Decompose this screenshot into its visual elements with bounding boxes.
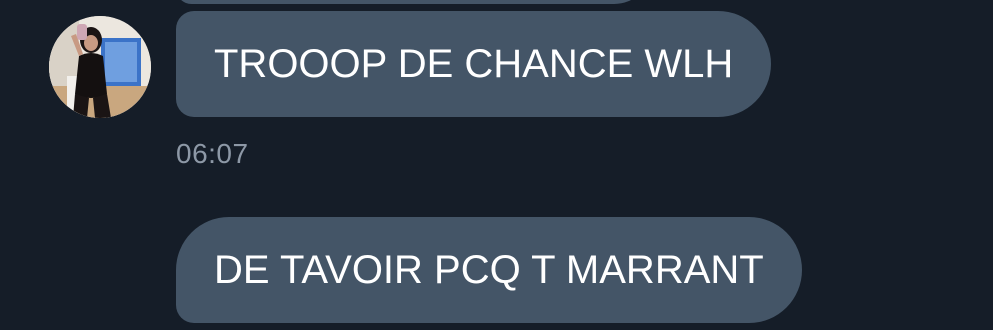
message-bubble[interactable]: TROOOP DE CHANCE WLH — [176, 11, 772, 117]
message-text: TROOOP DE CHANCE WLH — [214, 42, 734, 86]
chat-thread: TROOOP DE CHANCE WLH 06:07 DE TAVOIR PCQ… — [0, 0, 993, 330]
message-timestamp: 06:07 — [176, 138, 249, 169]
message-bubble[interactable]: DE TAVOIR PCQ T MARRANT — [176, 217, 802, 323]
contact-avatar[interactable] — [49, 16, 151, 118]
previous-message-bubble[interactable] — [176, 0, 652, 4]
contact-photo-icon — [49, 16, 151, 118]
message-text: DE TAVOIR PCQ T MARRANT — [214, 248, 764, 292]
